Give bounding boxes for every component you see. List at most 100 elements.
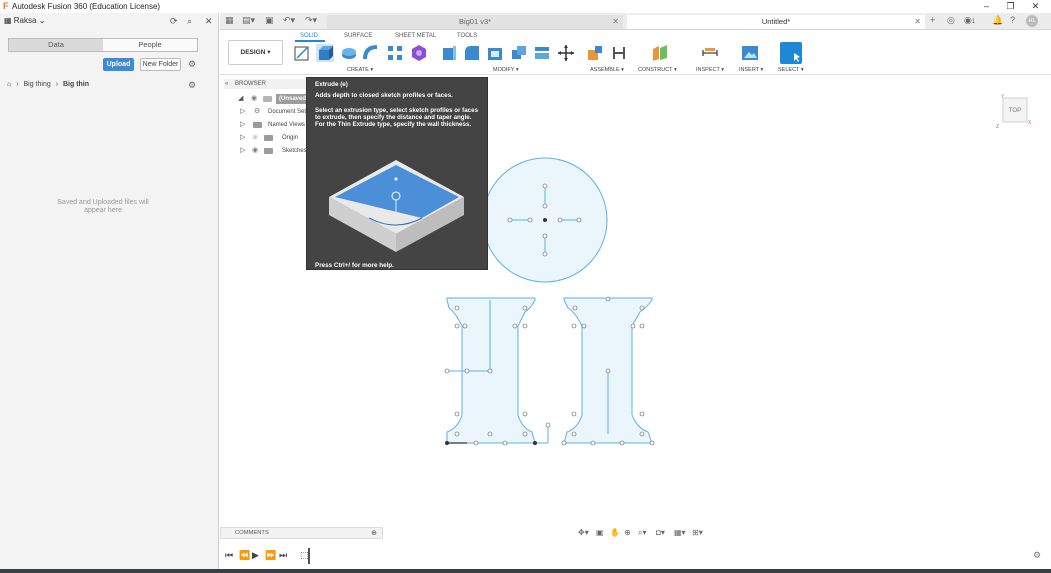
sketch-profile-left[interactable] bbox=[444, 297, 551, 446]
collapse-icon[interactable]: « bbox=[225, 81, 228, 87]
viewports-icon[interactable]: ⊞▾ bbox=[692, 527, 703, 539]
measure-icon[interactable] bbox=[701, 44, 719, 62]
close-tab-icon[interactable]: ✕ bbox=[914, 15, 921, 29]
new-tab-icon[interactable]: + bbox=[930, 15, 935, 25]
move-copy-icon[interactable] bbox=[557, 44, 575, 62]
insert-image-icon[interactable] bbox=[741, 44, 759, 62]
tab-data[interactable]: Data bbox=[9, 39, 103, 51]
assemble-menu[interactable]: ASSEMBLE ▾ bbox=[590, 67, 624, 73]
breadcrumb-item[interactable]: Big thing bbox=[23, 81, 50, 88]
notifications-icon[interactable]: 🔔 bbox=[992, 15, 1003, 26]
folder-sync-icon[interactable]: ⚙ bbox=[188, 80, 196, 91]
browser-header[interactable]: « BROWSER bbox=[224, 79, 310, 89]
new-folder-button[interactable]: New Folder bbox=[140, 58, 181, 71]
fillet-icon[interactable] bbox=[463, 44, 481, 62]
tab-tools[interactable]: TOOLS bbox=[457, 33, 477, 39]
modify-menu[interactable]: MODIFY ▾ bbox=[493, 67, 519, 73]
offset-plane-icon[interactable] bbox=[651, 44, 669, 62]
close-tab-icon[interactable]: ✕ bbox=[612, 15, 619, 29]
viewcube-face-label[interactable]: TOP bbox=[1009, 108, 1021, 114]
redo-icon[interactable]: ↷▾ bbox=[305, 15, 317, 26]
close-panel-icon[interactable]: ✕ bbox=[205, 16, 213, 27]
extrude-icon[interactable] bbox=[316, 44, 334, 62]
refresh-icon[interactable]: ⟳ bbox=[170, 16, 178, 27]
file-menu-icon[interactable]: ▤▾ bbox=[242, 15, 255, 26]
restore-button[interactable]: ❐ bbox=[998, 0, 1023, 13]
help-icon[interactable]: ? bbox=[1010, 15, 1015, 25]
folder-icon bbox=[264, 148, 273, 154]
workspace-switcher[interactable]: DESIGN ▾ bbox=[228, 40, 283, 65]
search-icon[interactable]: ⌕ bbox=[187, 16, 192, 27]
step-forward-icon[interactable]: ⏩ bbox=[265, 550, 276, 561]
fit-icon[interactable]: ⌕▾ bbox=[638, 527, 647, 539]
sketch-circle[interactable] bbox=[482, 157, 608, 283]
browser-panel: « BROWSER ◢ ◉ (Unsaved) ▷ ⚙ Document Set… bbox=[224, 79, 319, 161]
zoom-icon[interactable]: ⊕ bbox=[624, 527, 631, 539]
expand-icon[interactable]: ▷ bbox=[240, 120, 245, 130]
display-settings-icon[interactable]: ◘▾ bbox=[656, 527, 665, 539]
new-component-icon[interactable] bbox=[586, 44, 604, 62]
tooltip-footer: Press Ctrl+/ for more help. bbox=[315, 262, 394, 269]
shell-icon[interactable] bbox=[486, 44, 504, 62]
press-pull-icon[interactable] bbox=[440, 44, 458, 62]
tab-surface[interactable]: SURFACE bbox=[344, 33, 372, 39]
doc-tab-untitled[interactable]: Untitled* ✕ bbox=[627, 15, 925, 29]
select-icon[interactable] bbox=[780, 42, 802, 64]
comments-bar[interactable]: COMMENTS ⊕ bbox=[220, 527, 383, 539]
view-cube[interactable]: TOP Y X Z bbox=[996, 94, 1032, 128]
create-menu[interactable]: CREATE ▾ bbox=[347, 67, 373, 73]
timeline-settings-icon[interactable]: ⚙ bbox=[1033, 550, 1041, 561]
step-back-icon[interactable]: ⏪ bbox=[239, 550, 250, 561]
extensions-icon[interactable]: ◎ bbox=[947, 15, 955, 26]
add-comment-icon[interactable]: ⊕ bbox=[371, 528, 377, 539]
joint-icon[interactable] bbox=[610, 44, 628, 62]
eye-hidden-icon[interactable]: ◉ bbox=[252, 133, 258, 143]
create-sketch-icon[interactable] bbox=[293, 44, 311, 62]
grid-settings-icon[interactable]: ▦▾ bbox=[674, 527, 686, 539]
close-button[interactable]: ✕ bbox=[1023, 0, 1048, 13]
tab-solid[interactable]: SOLID bbox=[300, 33, 318, 39]
save-icon[interactable]: ▣ bbox=[265, 15, 274, 26]
fusion-app-window: F Autodesk Fusion 360 (Education License… bbox=[0, 0, 1051, 573]
expand-icon[interactable]: ▷ bbox=[240, 107, 245, 117]
doc-tab-big01[interactable]: Big01 v3* ✕ bbox=[327, 15, 623, 29]
undo-icon[interactable]: ↶▾ bbox=[283, 15, 295, 26]
status-bar bbox=[0, 569, 1051, 573]
pattern-icon[interactable] bbox=[386, 44, 404, 62]
select-menu[interactable]: SELECT ▾ bbox=[778, 67, 804, 73]
minimize-button[interactable]: – bbox=[974, 0, 999, 13]
tab-sheet-metal[interactable]: SHEET METAL bbox=[395, 33, 436, 39]
pan-icon[interactable]: ✋ bbox=[610, 527, 620, 539]
expand-icon[interactable]: ◢ bbox=[238, 94, 243, 104]
expand-icon[interactable]: ▷ bbox=[240, 146, 245, 156]
gear-icon[interactable]: ⚙ bbox=[188, 59, 196, 70]
create-form-icon[interactable] bbox=[410, 44, 428, 62]
timeline-marker[interactable] bbox=[308, 548, 310, 564]
app-grid-icon[interactable]: ▦ bbox=[225, 15, 234, 26]
team-selector[interactable]: ▦ Raksa ⌄ bbox=[4, 16, 45, 25]
sweep-icon[interactable] bbox=[363, 44, 381, 62]
eye-icon[interactable]: ◉ bbox=[252, 146, 258, 156]
home-icon[interactable]: ⌂ bbox=[7, 81, 11, 88]
construct-menu[interactable]: CONSTRUCT ▾ bbox=[638, 67, 677, 73]
avatar[interactable]: HL bbox=[1026, 15, 1038, 27]
play-icon[interactable]: ▶ bbox=[252, 550, 259, 561]
go-to-start-icon[interactable]: ⏮ bbox=[225, 550, 233, 561]
breadcrumb-separator-icon: › bbox=[55, 81, 59, 88]
breadcrumb-separator-icon: › bbox=[16, 81, 19, 88]
orbit-icon[interactable]: ✥▾ bbox=[578, 527, 589, 539]
job-status-icon[interactable]: ◉1 bbox=[964, 15, 975, 26]
expand-icon[interactable]: ▷ bbox=[240, 133, 245, 143]
inspect-menu[interactable]: INSPECT ▾ bbox=[696, 67, 724, 73]
split-body-icon[interactable] bbox=[533, 44, 551, 62]
insert-menu[interactable]: INSERT ▾ bbox=[739, 67, 763, 73]
combine-icon[interactable] bbox=[510, 44, 528, 62]
eye-icon[interactable]: ◉ bbox=[251, 94, 257, 104]
main-toolbar: DESIGN ▾ SOLID SURFACE SHEET METAL TOOLS bbox=[220, 30, 1051, 75]
revolve-icon[interactable] bbox=[340, 44, 358, 62]
upload-button[interactable]: Upload bbox=[103, 58, 134, 71]
sketch-profile-right[interactable] bbox=[561, 296, 655, 446]
go-to-end-icon[interactable]: ⏭ bbox=[279, 550, 287, 561]
tab-people[interactable]: People bbox=[103, 39, 197, 51]
look-at-icon[interactable]: ▣ bbox=[596, 527, 604, 539]
